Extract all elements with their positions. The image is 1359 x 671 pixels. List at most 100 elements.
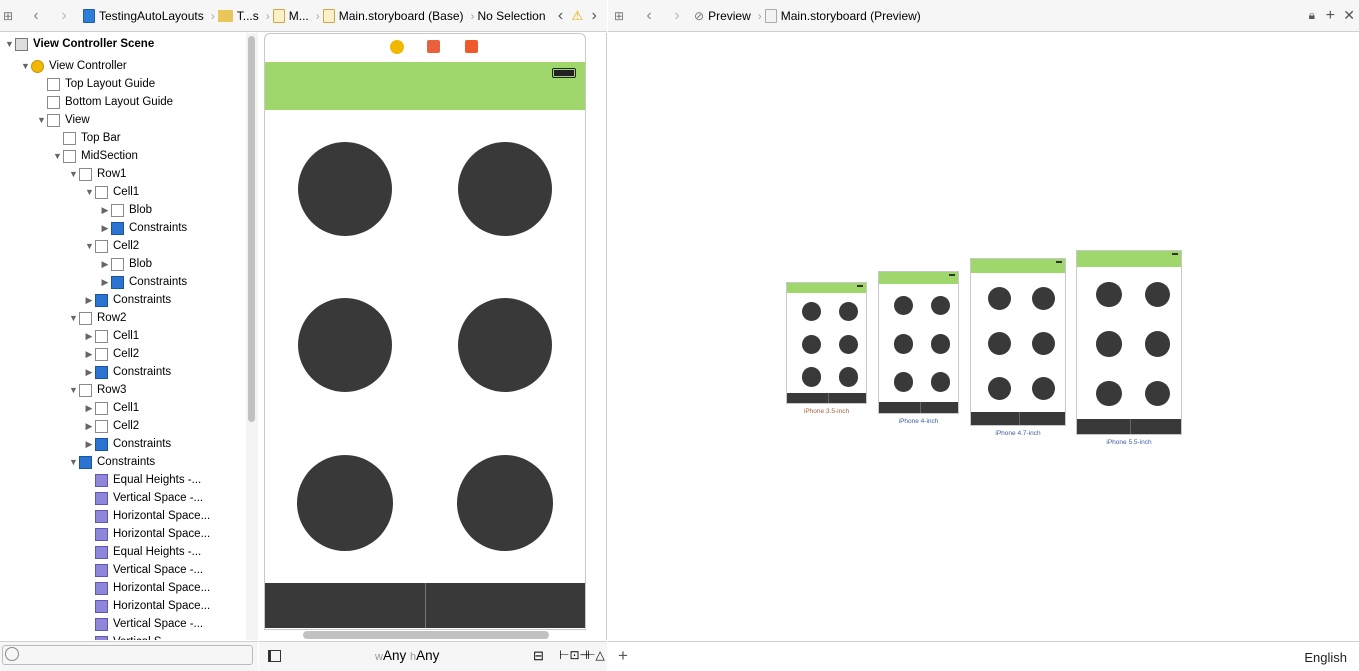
device-preview[interactable] (878, 271, 959, 414)
device-preview[interactable] (970, 258, 1066, 426)
outline-item[interactable]: ▶ Cell2 (0, 345, 243, 363)
warning-icon[interactable]: ⚠ (572, 8, 584, 24)
disclosure-triangle-icon[interactable]: ▶ (85, 295, 93, 306)
outline-item[interactable]: Vertical Space -... (0, 561, 243, 579)
disclosure-triangle-icon[interactable]: ▼ (85, 187, 94, 197)
disclosure-triangle-icon[interactable]: ▶ (85, 421, 93, 432)
outline-item[interactable]: ▶ Cell1 (0, 327, 243, 345)
disclosure-triangle-icon[interactable]: ▼ (85, 241, 94, 251)
outline-item[interactable]: ▼ View (0, 111, 243, 129)
outline-item[interactable]: ▶ Constraints (0, 219, 243, 237)
outline-item[interactable]: Top Bar (0, 129, 243, 147)
outline-item[interactable]: Horizontal Space... (0, 507, 243, 525)
related-items-icon[interactable]: ⊞ (614, 9, 628, 23)
next-issue-button[interactable]: › (583, 7, 605, 25)
outline-item[interactable]: ▼ Cell1 (0, 183, 243, 201)
first-responder-icon[interactable] (427, 40, 440, 53)
forward-button[interactable]: › (666, 7, 688, 25)
outline-item[interactable]: Equal Heights -... (0, 543, 243, 561)
add-device-button[interactable]: + (618, 646, 628, 666)
outline-item[interactable]: ▼ Row2 (0, 309, 243, 327)
outline-filter-field[interactable] (2, 645, 253, 665)
close-editor-button[interactable]: ✕ (1343, 7, 1355, 24)
outline-item[interactable]: Vertical S... (0, 633, 243, 640)
outline-item[interactable]: ▼ Row1 (0, 165, 243, 183)
disclosure-triangle-icon[interactable]: ▶ (85, 367, 93, 378)
exit-icon[interactable] (465, 40, 478, 53)
size-class-button[interactable]: wAny hAny (375, 648, 439, 663)
back-button[interactable]: ‹ (25, 7, 47, 25)
outline-item[interactable]: ▼ View Controller (0, 57, 243, 75)
outline-item[interactable]: ▶ Constraints (0, 435, 243, 453)
outline-item[interactable]: ▼ Constraints (0, 453, 243, 471)
crumb-selection[interactable]: No Selection (477, 9, 545, 23)
device-preview[interactable] (786, 282, 867, 404)
device-preview[interactable] (1076, 250, 1182, 435)
crumb-storyboard[interactable]: Main.storyboard (Base) (322, 8, 463, 23)
outline-item[interactable]: ▶ Cell2 (0, 417, 243, 435)
disclosure-triangle-icon[interactable]: ▼ (5, 39, 14, 49)
prev-issue-button[interactable]: ‹ (550, 7, 572, 25)
outline-item[interactable]: Equal Heights -... (0, 471, 243, 489)
outline-item[interactable]: Horizontal Space... (0, 525, 243, 543)
outline-item[interactable]: ▶ Blob (0, 255, 243, 273)
outline-item[interactable]: ▶ Blob (0, 201, 243, 219)
resolve-issues-icon[interactable]: ⊢△ (585, 648, 605, 662)
disclosure-triangle-icon[interactable]: ▼ (53, 151, 62, 161)
crumb-project[interactable]: TestingAutoLayouts (83, 8, 204, 23)
outline-item[interactable]: Horizontal Space... (0, 579, 243, 597)
disclosure-triangle-icon[interactable]: ▶ (85, 403, 93, 414)
blob[interactable] (458, 142, 552, 236)
outline-item[interactable]: ▶ Constraints (0, 291, 243, 309)
crumb-file[interactable]: M... (272, 8, 309, 23)
align-icon[interactable]: ⊟ (533, 648, 544, 664)
outline-item[interactable]: Vertical Space -... (0, 615, 243, 633)
outline-item[interactable]: ▼ MidSection (0, 147, 243, 165)
outline-item[interactable]: ▼ Cell2 (0, 237, 243, 255)
forward-button[interactable]: › (53, 7, 75, 25)
outline-item[interactable]: ▼ Row3 (0, 381, 243, 399)
disclosure-triangle-icon[interactable]: ▶ (85, 331, 93, 342)
canvas-horizontal-scroll-thumb[interactable] (303, 631, 549, 639)
disclosure-triangle-icon[interactable]: ▼ (37, 115, 46, 125)
outline-item[interactable]: Horizontal Space... (0, 597, 243, 615)
disclosure-triangle-icon[interactable]: ▼ (69, 385, 78, 395)
blob[interactable] (458, 298, 552, 392)
top-bar-view[interactable] (265, 62, 585, 110)
storyboard-canvas[interactable] (259, 33, 607, 640)
disclosure-triangle-icon[interactable]: ▼ (21, 61, 30, 71)
bottom-bar-view[interactable] (265, 583, 585, 628)
outline-item[interactable]: ▶ Constraints (0, 273, 243, 291)
blob[interactable] (298, 298, 392, 392)
disclosure-triangle-icon[interactable]: ▶ (85, 349, 93, 360)
crumb-preview[interactable]: ⊘ Preview (694, 9, 751, 23)
back-button[interactable]: ‹ (638, 7, 660, 25)
crumb-preview-file[interactable]: Main.storyboard (Preview) (764, 8, 921, 23)
blob[interactable] (298, 142, 392, 236)
view-controller-icon (31, 59, 44, 73)
disclosure-triangle-icon[interactable]: ▶ (101, 223, 109, 234)
crumb-folder[interactable]: T...s (217, 9, 259, 23)
disclosure-triangle-icon[interactable]: ▶ (101, 205, 109, 216)
toggle-outline-button[interactable] (268, 650, 281, 662)
language-selector[interactable]: English (1304, 650, 1347, 665)
outline-item[interactable]: Bottom Layout Guide (0, 93, 243, 111)
add-editor-button[interactable]: + (1326, 7, 1335, 25)
vc-icon[interactable] (390, 40, 404, 54)
disclosure-triangle-icon[interactable]: ▼ (69, 313, 78, 323)
blob[interactable] (457, 455, 553, 551)
outline-item[interactable]: Vertical Space -... (0, 489, 243, 507)
related-items-icon[interactable]: ⊞ (3, 9, 17, 23)
disclosure-triangle-icon[interactable]: ▶ (101, 277, 109, 288)
disclosure-triangle-icon[interactable]: ▼ (69, 169, 78, 179)
outline-item[interactable]: ▶ Constraints (0, 363, 243, 381)
lock-icon[interactable]: 🔒︎ (1309, 8, 1315, 23)
outline-item[interactable]: ▶ Cell1 (0, 399, 243, 417)
outline-item[interactable]: Top Layout Guide (0, 75, 243, 93)
blob[interactable] (297, 455, 393, 551)
disclosure-triangle-icon[interactable]: ▶ (101, 259, 109, 270)
outline-item[interactable]: ▼ View Controller Scene (0, 35, 243, 53)
disclosure-triangle-icon[interactable]: ▼ (69, 457, 78, 467)
outline-scroll-thumb[interactable] (248, 36, 255, 422)
disclosure-triangle-icon[interactable]: ▶ (85, 439, 93, 450)
